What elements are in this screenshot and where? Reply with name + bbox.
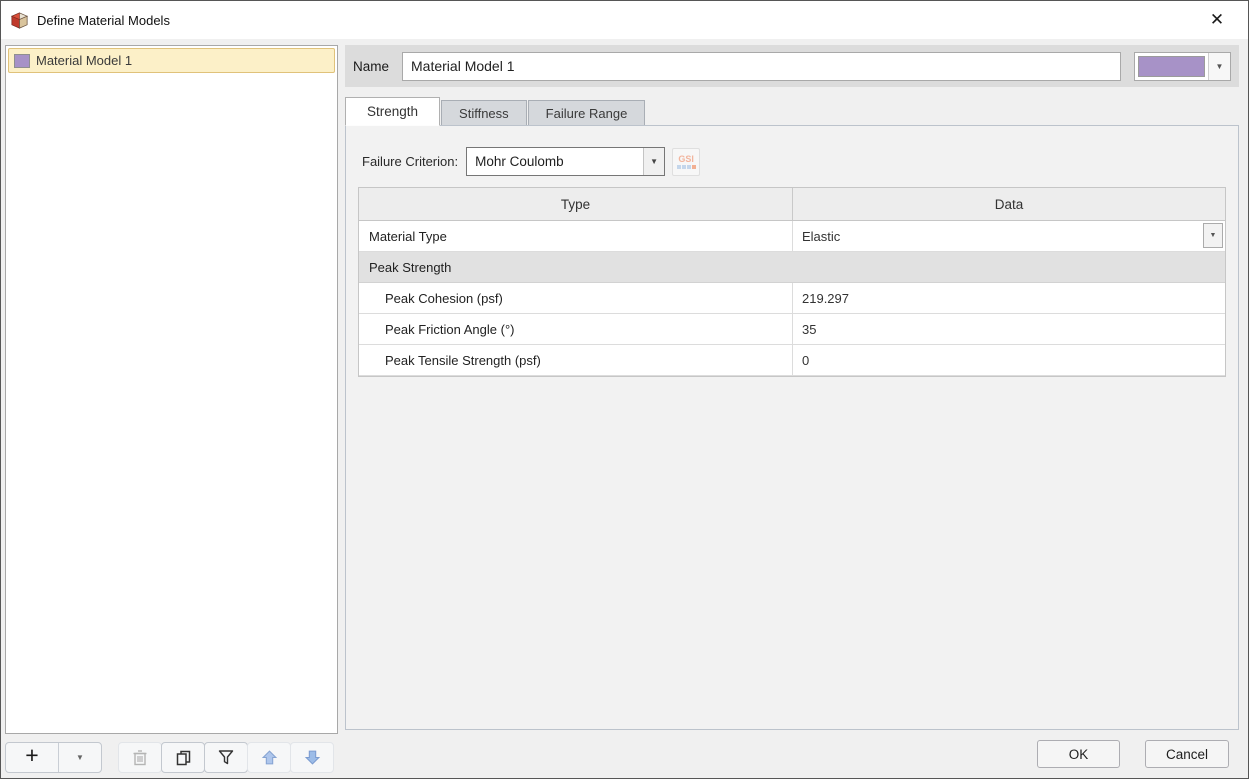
cancel-button[interactable]: Cancel xyxy=(1145,740,1229,768)
strength-tab-panel: Failure Criterion: Mohr Coulomb ▼ GSI xyxy=(345,125,1239,730)
delete-material-button[interactable] xyxy=(118,742,162,773)
material-type-dropdown[interactable]: Elastic ▼ xyxy=(792,221,1225,251)
gsi-squares-icon xyxy=(677,165,696,169)
failure-criterion-dropdown[interactable]: Mohr Coulomb ▼ xyxy=(466,147,665,176)
ok-button[interactable]: OK xyxy=(1037,740,1120,768)
tab-stiffness[interactable]: Stiffness xyxy=(441,100,527,125)
dialog-body: Material Model 1 + ▼ xyxy=(1,39,1248,778)
chevron-down-icon[interactable]: ▼ xyxy=(643,148,664,175)
tab-strength[interactable]: Strength xyxy=(345,97,440,126)
table-row-material-type: Material Type Elastic ▼ xyxy=(359,221,1225,252)
add-material-button[interactable]: + xyxy=(6,743,58,772)
material-type-value: Elastic xyxy=(802,229,840,244)
category-row-peak-strength: Peak Strength xyxy=(359,252,1225,283)
add-material-split-button: + ▼ xyxy=(5,742,102,773)
copy-material-button[interactable] xyxy=(161,742,205,773)
add-material-dropdown-button[interactable]: ▼ xyxy=(58,743,101,772)
peak-friction-angle-value-field[interactable]: 35 xyxy=(792,314,1225,344)
define-material-models-dialog: Define Material Models ✕ Material Model … xyxy=(0,0,1249,779)
chevron-down-icon[interactable]: ▼ xyxy=(1208,53,1230,80)
category-label: Peak Strength xyxy=(369,260,451,275)
property-label: Peak Cohesion (psf) xyxy=(359,283,792,313)
dialog-footer: OK Cancel xyxy=(345,730,1239,778)
material-list-column: Material Model 1 + ▼ xyxy=(5,45,338,778)
failure-criterion-value: Mohr Coulomb xyxy=(467,154,643,169)
peak-cohesion-value: 219.297 xyxy=(802,291,849,306)
name-row: Name ▼ xyxy=(345,45,1239,87)
list-item-material-model-1[interactable]: Material Model 1 xyxy=(8,48,335,73)
peak-tensile-strength-value: 0 xyxy=(802,353,809,368)
peak-tensile-strength-value-field[interactable]: 0 xyxy=(792,345,1225,375)
list-item-label: Material Model 1 xyxy=(36,53,132,68)
table-row-peak-tensile-strength: Peak Tensile Strength (psf) 0 xyxy=(359,345,1225,376)
table-header-row: Type Data xyxy=(359,188,1225,221)
peak-cohesion-value-field[interactable]: 219.297 xyxy=(792,283,1225,313)
tab-failure-range[interactable]: Failure Range xyxy=(528,100,646,125)
column-header-data: Data xyxy=(792,188,1225,220)
filter-icon xyxy=(217,749,235,766)
color-swatch xyxy=(1138,56,1205,77)
gsi-button[interactable]: GSI xyxy=(672,148,700,176)
property-label: Peak Friction Angle (°) xyxy=(359,314,792,344)
column-header-type: Type xyxy=(359,188,792,220)
name-label: Name xyxy=(353,59,389,74)
material-list[interactable]: Material Model 1 xyxy=(5,45,338,734)
material-name-input[interactable] xyxy=(402,52,1121,81)
move-down-icon xyxy=(304,749,321,766)
material-color-swatch xyxy=(14,54,30,68)
tab-strip: Strength Stiffness Failure Range xyxy=(345,87,1239,125)
move-down-button[interactable] xyxy=(290,742,334,773)
chevron-down-icon[interactable]: ▼ xyxy=(1203,223,1223,248)
delete-icon xyxy=(132,749,148,766)
material-detail-column: Name ▼ Strength Stiffness Failure Range … xyxy=(345,45,1239,778)
table-row-peak-cohesion: Peak Cohesion (psf) 219.297 xyxy=(359,283,1225,314)
strength-properties-table: Type Data Material Type Elastic ▼ Peak S… xyxy=(358,187,1226,377)
close-icon[interactable]: ✕ xyxy=(1200,10,1240,30)
property-label: Material Type xyxy=(359,221,792,251)
app-cube-icon xyxy=(9,10,30,31)
list-action-buttons xyxy=(118,742,334,773)
filter-material-button[interactable] xyxy=(204,742,248,773)
window-title: Define Material Models xyxy=(37,13,170,28)
list-toolbar: + ▼ xyxy=(5,734,338,778)
table-row-peak-friction-angle: Peak Friction Angle (°) 35 xyxy=(359,314,1225,345)
copy-icon xyxy=(175,749,192,766)
move-up-button[interactable] xyxy=(247,742,291,773)
title-bar: Define Material Models ✕ xyxy=(1,1,1248,39)
move-up-icon xyxy=(261,749,278,766)
property-label: Peak Tensile Strength (psf) xyxy=(359,345,792,375)
failure-criterion-row: Failure Criterion: Mohr Coulomb ▼ GSI xyxy=(362,147,1238,176)
peak-friction-angle-value: 35 xyxy=(802,322,816,337)
gsi-button-label: GSI xyxy=(678,154,694,164)
material-color-dropdown[interactable]: ▼ xyxy=(1134,52,1231,81)
failure-criterion-label: Failure Criterion: xyxy=(362,154,458,169)
